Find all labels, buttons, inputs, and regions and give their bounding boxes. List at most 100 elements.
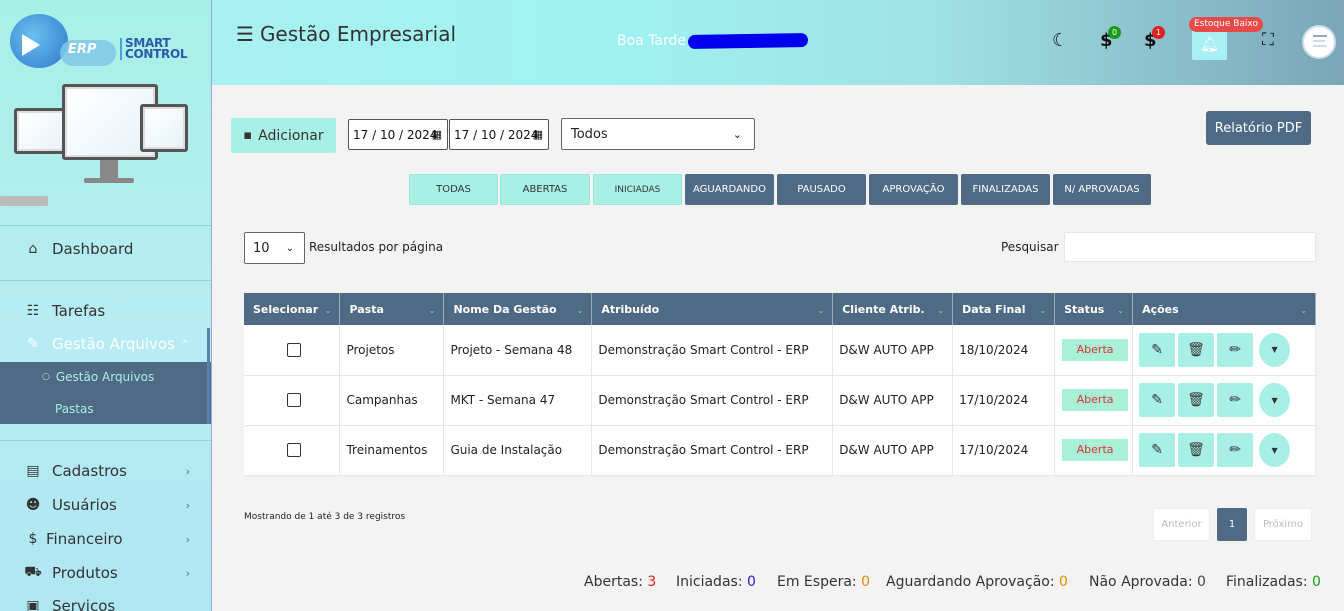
column-header[interactable]: Status ⌄ xyxy=(1054,293,1134,325)
pencil-icon: ✏︎ xyxy=(1229,341,1241,358)
edit-button[interactable]: ✎ xyxy=(1139,332,1176,367)
summary-value: 0 xyxy=(747,574,756,590)
start-date-input[interactable]: 17 / 10 / 2024 ▦ xyxy=(348,119,448,150)
end-date-value: 17 / 10 / 2024 xyxy=(454,127,539,142)
pagination-next[interactable]: Próximo xyxy=(1254,508,1312,541)
sidebar-item-label: Tarefas xyxy=(52,302,106,320)
keyboard xyxy=(0,196,48,206)
pagination-label: Próximo xyxy=(1262,519,1304,530)
filter-label: ABERTAS xyxy=(522,184,568,195)
end-date-input[interactable]: 17 / 10 / 2024 ▦ xyxy=(449,119,549,150)
logo-control-text: CONTROL xyxy=(125,47,188,61)
filter-todas[interactable]: TODAS xyxy=(409,174,498,205)
cell-cliente: D&W AUTO APP xyxy=(832,425,954,476)
calendar-icon[interactable]: ▦ xyxy=(432,128,442,141)
filter-aprovacao[interactable]: APROVAÇÃO xyxy=(869,174,958,205)
trash-icon: 🗑︎ xyxy=(1187,442,1205,458)
filter-nao-aprovadas[interactable]: N/ APROVADAS xyxy=(1053,174,1151,205)
add-button[interactable]: ▪ Adicionar xyxy=(231,118,336,153)
more-actions-button[interactable]: ▼ xyxy=(1259,383,1291,417)
summary-label: Abertas: xyxy=(584,574,643,590)
pencil-button[interactable]: ✏︎ xyxy=(1217,383,1254,417)
pencil-button[interactable]: ✏︎ xyxy=(1217,433,1254,467)
delete-button[interactable]: 🗑︎ xyxy=(1178,332,1215,367)
briefcase-icon: ▣ xyxy=(26,598,40,611)
summary-aguardando: Aguardando Aprovação: 0 xyxy=(886,574,1068,590)
pencil-icon: ✏︎ xyxy=(1229,442,1241,458)
sidebar-item-financeiro[interactable]: $ Financeiro › xyxy=(0,524,211,554)
stock-low-badge: Estoque Baixo xyxy=(1189,17,1263,32)
sidebar-item-tarefas[interactable]: ☷ Tarefas xyxy=(0,296,211,326)
column-header[interactable]: Cliente Atrib. ⌄ xyxy=(832,293,954,325)
chevron-up-icon: ⌃ xyxy=(180,337,190,351)
column-header[interactable]: Nome Da Gestão ⌄ xyxy=(443,293,593,325)
column-header[interactable]: Pasta ⌄ xyxy=(339,293,445,325)
row-checkbox[interactable] xyxy=(287,393,301,407)
summary-value: 0 xyxy=(1197,574,1206,590)
summary-value: 0 xyxy=(861,574,870,590)
more-actions-button[interactable]: ▼ xyxy=(1259,433,1291,467)
per-page-select[interactable]: 10 ⌄ xyxy=(244,232,305,264)
summary-label: Iniciadas: xyxy=(676,574,743,590)
filter-label: INICIADAS xyxy=(614,184,661,195)
edit-button[interactable]: ✎ xyxy=(1139,433,1176,467)
sidebar-item-label: Financeiro xyxy=(46,530,123,548)
filter-abertas[interactable]: ABERTAS xyxy=(500,174,590,205)
pagination-prev[interactable]: Anterior xyxy=(1153,508,1210,541)
row-checkbox[interactable] xyxy=(287,443,301,457)
sidebar-item-label: Cadastros xyxy=(52,462,127,480)
pdf-report-button[interactable]: Relatório PDF xyxy=(1206,111,1311,145)
status-badge: Aberta xyxy=(1062,439,1129,461)
filter-aguardando[interactable]: AGUARDANDO xyxy=(685,174,774,205)
more-actions-button[interactable]: ▼ xyxy=(1259,332,1291,367)
per-page-value: 10 xyxy=(253,240,270,256)
filter-iniciadas[interactable]: INICIADAS xyxy=(593,174,682,205)
dark-mode-toggle-icon[interactable]: ☾ xyxy=(1052,30,1068,51)
calendar-icon[interactable]: ▦ xyxy=(533,128,543,141)
column-header[interactable]: Selecionar ⌄ xyxy=(244,293,341,325)
sidebar-item-dashboard[interactable]: ⌂ Dashboard xyxy=(0,234,211,264)
sidebar-item-produtos[interactable]: ⛟ Produtos › xyxy=(0,558,211,588)
sidebar-item-label: Usuários xyxy=(52,496,117,514)
filter-finalizadas[interactable]: FINALIZADAS xyxy=(961,174,1050,205)
cart-icon: ⛟ xyxy=(24,564,42,580)
filter-label: N/ APROVADAS xyxy=(1064,184,1140,195)
row-checkbox[interactable] xyxy=(287,342,301,357)
sidebar: ERP SMART CONTROL ⌂ Dashboard ☷ Tarefas … xyxy=(0,0,212,611)
filter-label: TODAS xyxy=(436,184,471,195)
monitors-illustration xyxy=(0,78,200,216)
status-select[interactable]: Todos ⌄ xyxy=(561,118,755,150)
fullscreen-icon[interactable]: ⛶ xyxy=(1262,30,1274,50)
search-input[interactable] xyxy=(1064,232,1316,262)
sidebar-item-usuarios[interactable]: ☻ Usuários › xyxy=(0,490,211,520)
add-button-label: Adicionar xyxy=(258,127,324,144)
pencil-button[interactable]: ✏︎ xyxy=(1217,332,1254,367)
column-header[interactable]: Data Final ⌄ xyxy=(952,293,1056,325)
delete-button[interactable]: 🗑︎ xyxy=(1178,383,1215,417)
submenu-item-pastas[interactable]: Pastas xyxy=(0,397,211,421)
edit-button[interactable]: ✎ xyxy=(1139,383,1176,417)
pagination-page-1[interactable]: 1 xyxy=(1217,508,1247,541)
cell-status: Aberta xyxy=(1054,375,1134,426)
table-row: Projetos Projeto - Semana 48 Demonstraçã… xyxy=(244,325,1316,376)
filter-pausado[interactable]: PAUSADO xyxy=(777,174,866,205)
hamburger-menu-icon[interactable]: ☰ xyxy=(236,22,254,46)
avatar[interactable] xyxy=(1302,25,1336,59)
cell-cliente: D&W AUTO APP xyxy=(832,325,954,376)
greeting-text: Boa Tarde xyxy=(617,33,687,49)
caret-down-icon: ▼ xyxy=(1271,445,1278,455)
sidebar-item-cadastros[interactable]: ▤ Cadastros › xyxy=(0,456,211,486)
app-logo[interactable]: ERP SMART CONTROL xyxy=(10,12,195,72)
summary-label: Em Espera: xyxy=(777,574,857,590)
sidebar-item-gestao-arquivos[interactable]: ✎ Gestão Arquivos ⌃ xyxy=(0,329,211,359)
delete-button[interactable]: 🗑︎ xyxy=(1178,433,1215,467)
sidebar-item-label: Dashboard xyxy=(52,240,134,258)
summary-label: Não Aprovada: xyxy=(1089,574,1193,590)
sidebar-item-servicos[interactable]: ▣ Serviços xyxy=(0,591,211,611)
cell-actions: ✎ 🗑︎ ✏︎ ▼ xyxy=(1132,325,1316,376)
page-title: ☰ Gestão Empresarial xyxy=(236,22,456,46)
status-badge: Aberta xyxy=(1062,338,1129,361)
column-header[interactable]: Ações ⌄ xyxy=(1132,293,1316,325)
column-header[interactable]: Atribuído ⌄ xyxy=(591,293,834,325)
submenu-item-gestao-arquivos[interactable]: ○ Gestão Arquivos xyxy=(0,365,211,389)
